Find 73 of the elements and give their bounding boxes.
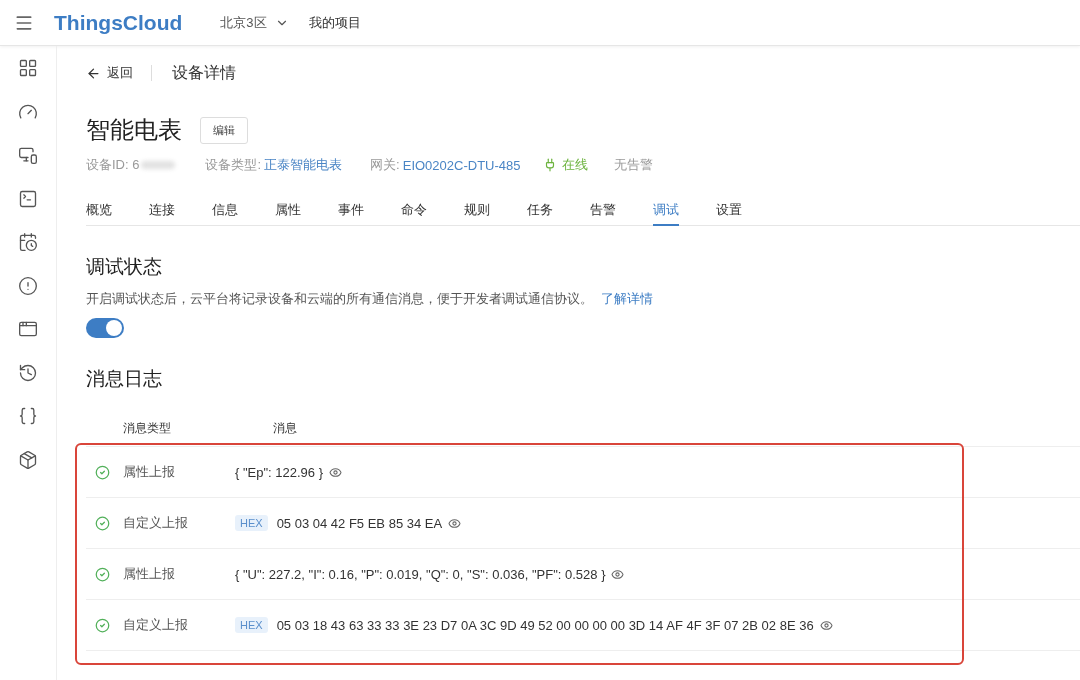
section-title: 消息日志 <box>86 367 163 391</box>
tab[interactable]: 规则 <box>464 196 490 226</box>
window-icon <box>18 319 38 339</box>
sidebar-item[interactable] <box>18 232 38 252</box>
tab[interactable]: 命令 <box>401 196 427 226</box>
tab[interactable]: 告警 <box>590 196 616 226</box>
calendar-clock-icon <box>18 232 38 252</box>
terminal-icon <box>18 188 38 209</box>
eye-icon <box>448 516 462 530</box>
tab[interactable]: 概览 <box>86 196 112 226</box>
edit-button[interactable]: 编辑 <box>200 116 248 144</box>
sidebar-item[interactable] <box>18 406 38 426</box>
sidebar-item[interactable] <box>18 58 38 78</box>
online-status: 在线 <box>561 156 588 174</box>
message-text: 05 03 18 43 63 33 33 3E 23 D7 0A 3C 9D 49 52 00 00 00 00 3D 14 AF 4F 3F 07 2B 02 8E 36 <box>276 617 814 633</box>
brand-logo: ThingsCloud <box>54 10 183 35</box>
device-id: 设备ID: 6 <box>86 156 140 174</box>
sidebar-item[interactable] <box>18 362 38 383</box>
column-header: 消息类型 <box>123 420 172 437</box>
eye-icon <box>329 465 343 479</box>
check-circle-icon <box>95 617 110 633</box>
view-button[interactable] <box>611 567 625 581</box>
device-type-link[interactable]: 正泰智能电表 <box>264 156 343 174</box>
eye-icon <box>611 567 625 581</box>
column-header: 消息 <box>273 420 298 437</box>
message-text: { "Ep": 122.96 } <box>235 464 324 480</box>
sidebar-item[interactable] <box>18 145 38 165</box>
braces-icon <box>18 406 38 426</box>
tab[interactable]: 属性 <box>275 196 301 226</box>
hex-tag: HEX <box>235 617 268 633</box>
message-type: 属性上报 <box>123 463 176 481</box>
package-icon <box>18 449 38 470</box>
gateway-label: 网关: <box>370 156 400 174</box>
check-circle-icon <box>95 515 110 531</box>
description-text: 开启调试状态后，云平台将记录设备和云端的所有通信消息，便于开发者调试通信协议。 <box>86 291 593 306</box>
alarm-status: 无告警 <box>613 156 653 174</box>
message-type: 自定义上报 <box>123 616 189 634</box>
page-title: 设备详情 <box>172 62 236 83</box>
sidebar-item[interactable] <box>18 188 38 209</box>
tab[interactable]: 连接 <box>149 196 175 226</box>
project-link[interactable]: 我的项目 <box>308 13 361 32</box>
tab[interactable]: 信息 <box>212 196 238 226</box>
history-icon <box>18 362 38 383</box>
back-button[interactable]: 返回 <box>86 64 133 82</box>
device-name: 智能电表 <box>86 115 182 145</box>
check-circle-icon <box>95 566 110 582</box>
message-text: { "U": 227.2, "I": 0.16, "P": 0.019, "Q": 0, "S": 0.036, "PF": 0.528 } <box>235 566 606 582</box>
blurred-text <box>141 161 176 169</box>
view-button[interactable] <box>448 516 462 530</box>
hex-tag: HEX <box>235 515 268 531</box>
tab[interactable]: 调试 <box>653 196 679 226</box>
check-circle-icon <box>95 464 110 480</box>
view-button[interactable] <box>329 465 343 479</box>
tab[interactable]: 任务 <box>527 196 553 226</box>
sidebar-item[interactable] <box>18 275 38 296</box>
view-button[interactable] <box>819 618 833 632</box>
section-title: 调试状态 <box>86 255 163 279</box>
devices-icon <box>18 145 38 165</box>
message-type: 属性上报 <box>123 565 176 583</box>
device-type-label: 设备类型: <box>205 156 262 174</box>
eye-icon <box>819 618 833 632</box>
message-text: 05 03 04 42 F5 EB 85 34 EA <box>276 515 443 531</box>
region-dropdown[interactable]: 北京3区 <box>220 13 289 32</box>
tab[interactable]: 设置 <box>716 196 742 226</box>
tab[interactable]: 事件 <box>338 196 364 226</box>
gateway-link[interactable]: EIO0202C-DTU-485 <box>402 157 521 173</box>
learn-more-link[interactable]: 了解详情 <box>601 291 653 306</box>
message-type: 自定义上报 <box>123 514 189 532</box>
debug-toggle[interactable] <box>86 318 124 338</box>
grid-icon <box>18 58 38 78</box>
sidebar-item[interactable] <box>18 449 38 470</box>
sidebar-item[interactable] <box>18 319 38 339</box>
alert-icon <box>18 275 38 296</box>
